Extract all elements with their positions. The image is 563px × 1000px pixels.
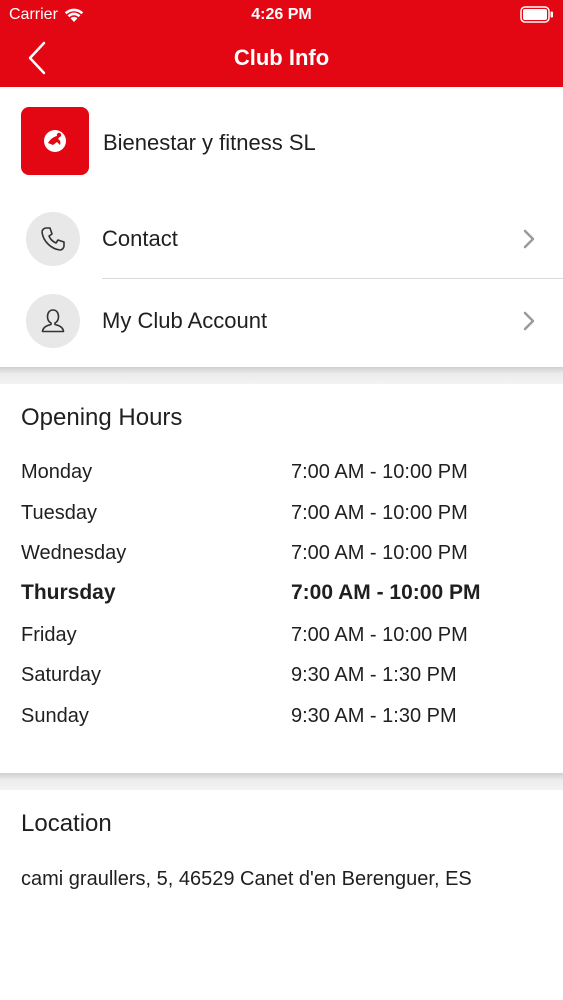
hours-row-tuesday: Tuesday 7:00 AM - 10:00 PM xyxy=(0,500,563,541)
hours-row-sunday: Sunday 9:30 AM - 1:30 PM xyxy=(0,703,563,744)
phone-icon xyxy=(41,227,65,251)
navigation-bar: Club Info xyxy=(0,30,563,87)
section-separator xyxy=(0,773,563,790)
day-label: Thursday xyxy=(21,581,116,604)
day-label: Sunday xyxy=(21,705,89,727)
hours-row-friday: Friday 7:00 AM - 10:00 PM xyxy=(0,622,563,663)
my-club-account-label: My Club Account xyxy=(102,308,268,333)
hours-row-thursday-today: Thursday 7:00 AM - 10:00 PM xyxy=(0,580,563,621)
club-info-screen: Carrier 4:26 PM Club Info Bienestar y fi… xyxy=(0,0,563,1000)
location-title: Location xyxy=(21,810,112,837)
hours-value: 9:30 AM - 1:30 PM xyxy=(291,705,457,727)
hours-value: 7:00 AM - 10:00 PM xyxy=(291,624,468,646)
chevron-right-icon xyxy=(523,229,535,249)
day-label: Friday xyxy=(21,624,77,646)
header-bar: Carrier 4:26 PM Club Info xyxy=(0,0,563,87)
status-bar: Carrier 4:26 PM xyxy=(0,0,563,30)
status-time: 4:26 PM xyxy=(251,6,312,23)
hours-value: 9:30 AM - 1:30 PM xyxy=(291,664,457,686)
club-address[interactable]: cami graullers, 5, 46529 Canet d'en Bere… xyxy=(21,866,472,892)
club-name: Bienestar y fitness SL xyxy=(103,130,316,155)
person-icon xyxy=(41,309,65,333)
opening-hours-title: Opening Hours xyxy=(21,404,183,431)
page-title: Club Info xyxy=(233,45,330,70)
contact-label: Contact xyxy=(102,226,178,251)
day-label: Monday xyxy=(21,461,93,483)
chevron-right-icon xyxy=(523,311,535,331)
contact-row[interactable]: Contact xyxy=(0,198,563,280)
hours-value: 7:00 AM - 10:00 PM xyxy=(291,542,468,564)
menu-divider xyxy=(102,278,563,279)
account-icon-circle xyxy=(26,294,80,348)
my-club-account-row[interactable]: My Club Account xyxy=(0,280,563,362)
hours-value: 7:00 AM - 10:00 PM xyxy=(291,461,468,483)
hours-row-wednesday: Wednesday 7:00 AM - 10:00 PM xyxy=(0,540,563,581)
day-label: Wednesday xyxy=(21,542,127,564)
club-logo xyxy=(21,107,89,175)
opening-hours-section: Opening Hours Monday 7:00 AM - 10:00 PM … xyxy=(0,384,563,773)
day-label: Saturday xyxy=(21,664,102,686)
hours-row-saturday: Saturday 9:30 AM - 1:30 PM xyxy=(0,662,563,703)
hours-value: 7:00 AM - 10:00 PM xyxy=(291,581,481,604)
section-separator xyxy=(0,367,563,384)
hours-row-monday: Monday 7:00 AM - 10:00 PM xyxy=(0,459,563,500)
club-logo-icon xyxy=(44,130,66,152)
hours-value: 7:00 AM - 10:00 PM xyxy=(291,502,468,524)
club-card: Bienestar y fitness SL Contact My Club A… xyxy=(0,87,563,367)
location-section: Location cami graullers, 5, 46529 Canet … xyxy=(0,790,563,1000)
battery-icon xyxy=(520,6,553,23)
contact-icon-circle xyxy=(26,212,80,266)
day-label: Tuesday xyxy=(21,502,97,524)
